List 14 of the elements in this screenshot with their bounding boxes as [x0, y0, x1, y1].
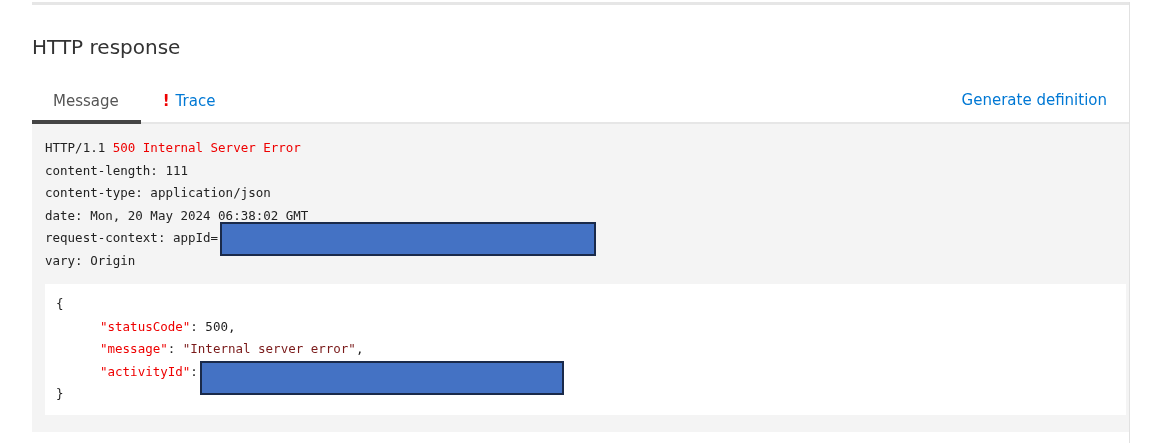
header-line: content-length: 111 [45, 161, 188, 180]
header-line: HTTP/1.1 500 Internal Server Error [45, 139, 301, 157]
code-line: "message": "Internal server error", [100, 340, 364, 358]
header-line: request-context: appId= [45, 229, 219, 247]
code-line: "activityId": [100, 362, 198, 381]
header-line: date: Mon, 20 May 2024 06:38:02 GMT [45, 206, 309, 225]
header-line: vary: Origin [45, 251, 136, 270]
code-line: "statusCode": 500, [100, 317, 236, 336]
code-line: { [56, 295, 64, 313]
section-title: HTTP response [32, 34, 182, 61]
code-line: } [56, 385, 64, 403]
tab[interactable]: ! Trace [140, 81, 238, 124]
header-line: content-type: application/json [45, 184, 271, 202]
generate-definition-link[interactable]: Generate definition [961, 90, 1107, 109]
